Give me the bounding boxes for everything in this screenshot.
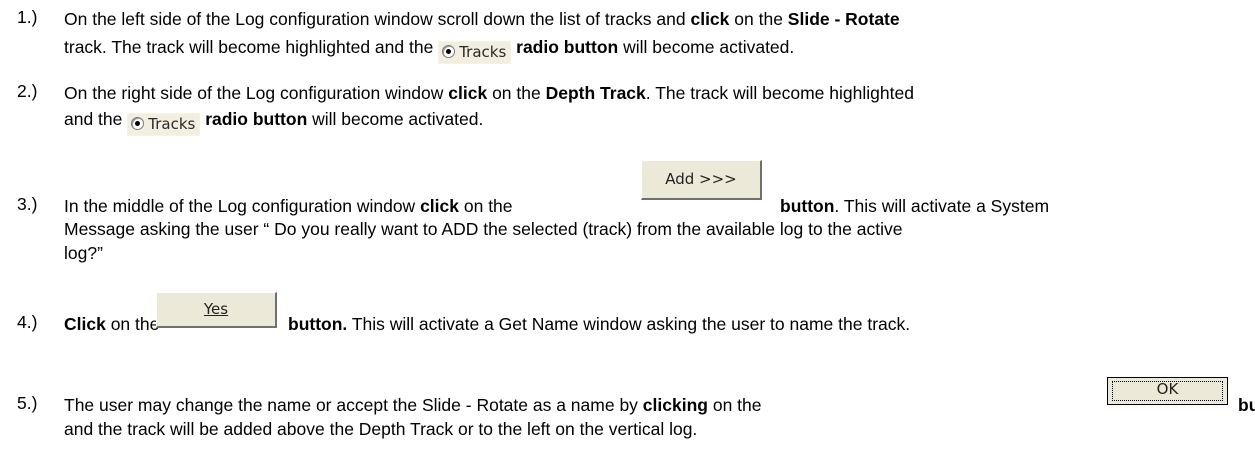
step-number: 5.) <box>17 393 38 413</box>
radio-selected-icon <box>131 117 145 130</box>
step-number: 2.) <box>17 81 38 101</box>
radio-selected-icon <box>442 45 456 58</box>
step-text: Click on the Yes button. This will activ… <box>64 292 1244 336</box>
step-text: In the middle of the Log configuration w… <box>64 160 1244 265</box>
step-text: On the left side of the Log configuratio… <box>64 7 1244 64</box>
step-text: On the right side of the Log configurati… <box>64 81 1244 136</box>
add-button-image: Add >>> <box>641 160 762 200</box>
step-number: 3.) <box>17 194 38 214</box>
tracks-radio-button-image: Tracks <box>438 41 512 64</box>
ok-button-image: OK <box>1107 377 1228 405</box>
tracks-radio-button-image: Tracks <box>127 113 201 136</box>
step-number: 1.) <box>17 7 38 27</box>
yes-button-image: Yes <box>156 292 277 328</box>
step-text: The user may change the name or accept t… <box>64 377 1255 441</box>
step-number: 4.) <box>17 312 38 332</box>
